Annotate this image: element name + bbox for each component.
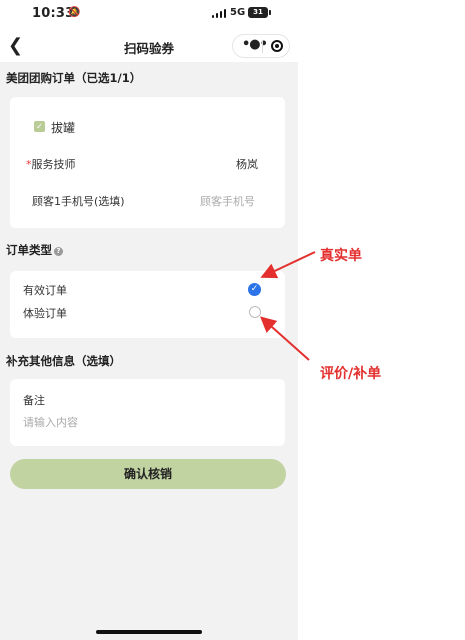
arrow-to-valid-order [260,251,316,279]
annotation-arrows [260,251,316,361]
annotation-real-order: 真实单 [320,248,362,264]
annotation-review-order: 评价/补单 [320,366,382,382]
arrow-to-trial-order [260,316,310,361]
